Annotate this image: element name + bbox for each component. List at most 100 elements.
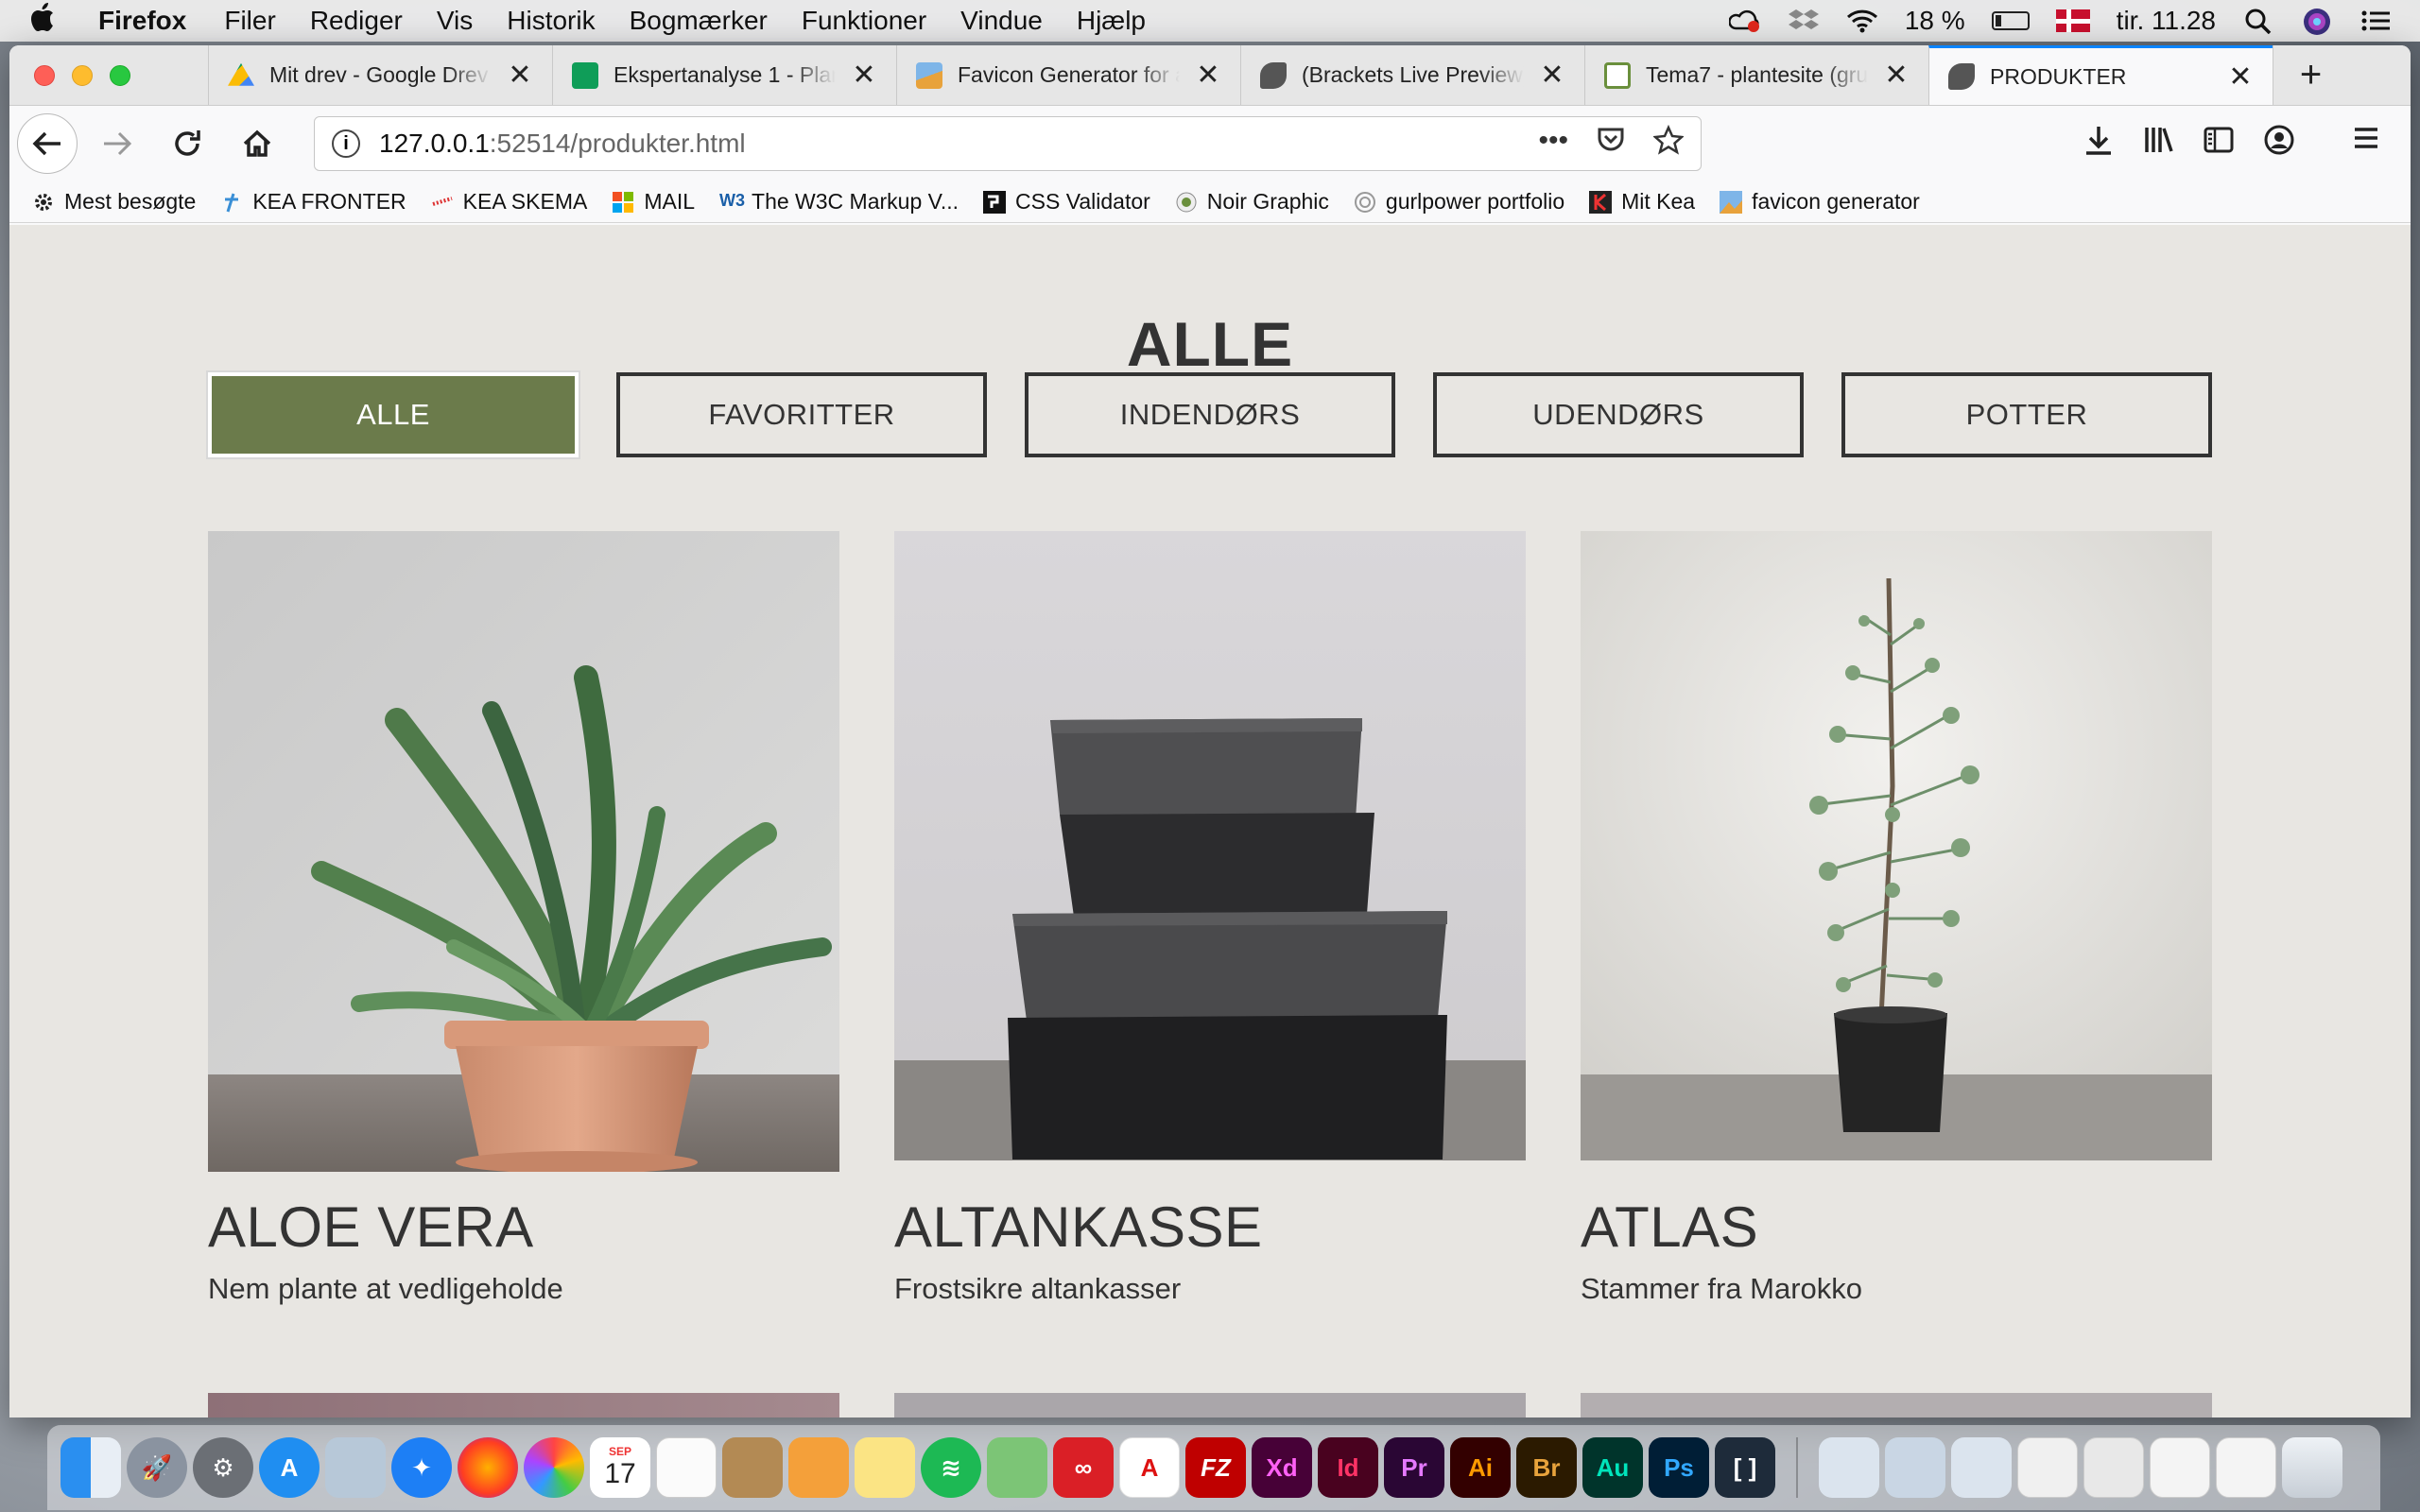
document-stack-icon[interactable]	[2216, 1437, 2276, 1498]
calendar-icon[interactable]: SEP 17	[590, 1437, 650, 1498]
battery-icon[interactable]	[1991, 11, 2030, 30]
menu-filer[interactable]: Filer	[224, 6, 275, 36]
folder-stack-icon[interactable]	[1885, 1437, 1945, 1498]
bookmark-gurlpower[interactable]: gurlpower portfolio	[1354, 189, 1564, 215]
finder-icon[interactable]	[60, 1437, 121, 1498]
menubar-clock[interactable]: tir. 11.28	[2117, 6, 2216, 36]
page-actions-icon[interactable]: •••	[1538, 125, 1568, 163]
tab-favicon-generator[interactable]: Favicon Generator for a ✕	[896, 45, 1240, 105]
adobe-indesign-icon[interactable]: Id	[1318, 1437, 1378, 1498]
photos-icon[interactable]	[524, 1437, 584, 1498]
notification-center-icon[interactable]	[2360, 8, 2392, 34]
menu-hjaelp[interactable]: Hjælp	[1077, 6, 1146, 36]
product-name[interactable]: ALTANKASSE	[894, 1194, 1263, 1260]
close-tab-icon[interactable]: ✕	[851, 59, 877, 92]
filezilla-icon[interactable]: FZ	[1185, 1437, 1246, 1498]
home-button[interactable]	[227, 113, 287, 174]
product-card-partial[interactable]	[208, 1393, 839, 1418]
filter-potter-button[interactable]: POTTER	[1841, 372, 2212, 457]
document-stack-icon[interactable]	[2017, 1437, 2078, 1498]
spotify-icon[interactable]: ≋	[921, 1437, 981, 1498]
bookmark-css-validator[interactable]: CSS Validator	[983, 189, 1150, 215]
document-stack-icon[interactable]	[2083, 1437, 2144, 1498]
reload-button[interactable]	[157, 113, 217, 174]
filter-alle-button[interactable]: ALLE	[208, 372, 579, 457]
aloe-vera-image[interactable]	[208, 531, 839, 1172]
sidebar-icon[interactable]	[2203, 124, 2235, 164]
adobe-premiere-icon[interactable]: Pr	[1384, 1437, 1444, 1498]
account-icon[interactable]	[2263, 124, 2295, 164]
hamburger-menu-icon[interactable]	[2352, 124, 2380, 164]
close-tab-icon[interactable]: ✕	[1195, 59, 1221, 92]
bookmark-kea-skema[interactable]: KEA SKEMA	[431, 189, 587, 215]
product-card-partial[interactable]	[894, 1393, 1526, 1418]
folder-stack-icon[interactable]	[1819, 1437, 1879, 1498]
site-info-icon[interactable]: i	[332, 129, 360, 158]
reminders-icon[interactable]	[656, 1437, 717, 1498]
product-name[interactable]: ATLAS	[1581, 1194, 1758, 1260]
pages-icon[interactable]	[788, 1437, 849, 1498]
apple-menu-icon[interactable]	[28, 2, 57, 40]
altankasse-image[interactable]	[894, 531, 1526, 1160]
firefox-icon[interactable]	[458, 1437, 518, 1498]
document-stack-icon[interactable]	[2150, 1437, 2210, 1498]
notes-icon[interactable]	[855, 1437, 915, 1498]
adobe-photoshop-icon[interactable]: Ps	[1649, 1437, 1709, 1498]
bookmark-kea-fronter[interactable]: KEA FRONTER	[220, 189, 406, 215]
menu-historik[interactable]: Historik	[507, 6, 595, 36]
wifi-icon[interactable]	[1846, 8, 1878, 34]
tab-google-drive[interactable]: Mit drev - Google Drev ✕	[208, 45, 552, 105]
filter-indendors-button[interactable]: INDENDØRS	[1025, 372, 1395, 457]
bookmark-mit-kea[interactable]: Mit Kea	[1589, 189, 1695, 215]
launchpad-icon[interactable]: 🚀	[127, 1437, 187, 1498]
back-button[interactable]	[17, 113, 78, 174]
product-name[interactable]: ALOE VERA	[208, 1194, 534, 1260]
menu-bogmaerker[interactable]: Bogmærker	[630, 6, 768, 36]
close-tab-icon[interactable]: ✕	[1539, 59, 1565, 92]
notefile-icon[interactable]	[722, 1437, 783, 1498]
close-tab-icon[interactable]: ✕	[1883, 59, 1910, 92]
minimize-window-button[interactable]	[72, 64, 93, 86]
adobe-audition-icon[interactable]: Au	[1582, 1437, 1643, 1498]
fullscreen-window-button[interactable]	[110, 64, 130, 86]
new-tab-button[interactable]: +	[2273, 45, 2348, 105]
forward-button[interactable]	[87, 113, 147, 174]
url-bar[interactable]: i 127.0.0.1 :52514/produkter.html •••	[314, 116, 1702, 171]
close-tab-icon[interactable]: ✕	[507, 59, 533, 92]
menu-vindue[interactable]: Vindue	[960, 6, 1043, 36]
bookmark-w3c-markup[interactable]: W3 The W3C Markup V...	[719, 189, 959, 215]
app-store-icon[interactable]: A	[259, 1437, 320, 1498]
product-card-partial[interactable]	[1581, 1393, 2212, 1418]
tab-produkter[interactable]: PRODUKTER ✕	[1928, 45, 2273, 105]
bookmark-mail[interactable]: MAIL	[612, 189, 695, 215]
keyboard-layout-flag-icon[interactable]	[2055, 9, 2090, 32]
trash-icon[interactable]	[2282, 1437, 2342, 1498]
spotlight-search-icon[interactable]	[2242, 8, 2274, 35]
bookmark-mest-besogte[interactable]: Mest besøgte	[32, 189, 196, 215]
bookmark-star-icon[interactable]	[1651, 124, 1685, 163]
dropbox-icon[interactable]	[1788, 8, 1820, 34]
close-tab-icon[interactable]: ✕	[2227, 60, 2254, 94]
siri-icon[interactable]	[2301, 8, 2333, 35]
maps-icon[interactable]	[987, 1437, 1047, 1498]
tab-brackets-preview[interactable]: (Brackets Live Preview) ✕	[1240, 45, 1584, 105]
atlas-image[interactable]	[1581, 531, 2212, 1160]
filter-favoritter-button[interactable]: FAVORITTER	[616, 372, 987, 457]
adobe-illustrator-icon[interactable]: Ai	[1450, 1437, 1511, 1498]
menu-funktioner[interactable]: Funktioner	[802, 6, 926, 36]
bookmark-favicon-generator[interactable]: favicon generator	[1720, 189, 1920, 215]
app-name-menu[interactable]: Firefox	[98, 6, 186, 36]
creative-cloud-status-icon[interactable]	[1728, 8, 1761, 34]
adobe-bridge-icon[interactable]: Br	[1516, 1437, 1577, 1498]
downloads-icon[interactable]	[2083, 124, 2114, 164]
creative-cloud-icon[interactable]: ∞	[1053, 1437, 1114, 1498]
pocket-icon[interactable]	[1597, 125, 1625, 163]
filter-udendors-button[interactable]: UDENDØRS	[1433, 372, 1804, 457]
tab-ekspertanalyse[interactable]: Ekspertanalyse 1 - Plan ✕	[552, 45, 896, 105]
bookmark-noir-graphic[interactable]: Noir Graphic	[1175, 189, 1329, 215]
acrobat-icon[interactable]: A	[1119, 1437, 1180, 1498]
brackets-icon[interactable]: [ ]	[1715, 1437, 1775, 1498]
safari-icon[interactable]: ✦	[391, 1437, 452, 1498]
tab-tema7[interactable]: Tema7 - plantesite (gru ✕	[1584, 45, 1928, 105]
system-preferences-icon[interactable]: ⚙	[193, 1437, 253, 1498]
